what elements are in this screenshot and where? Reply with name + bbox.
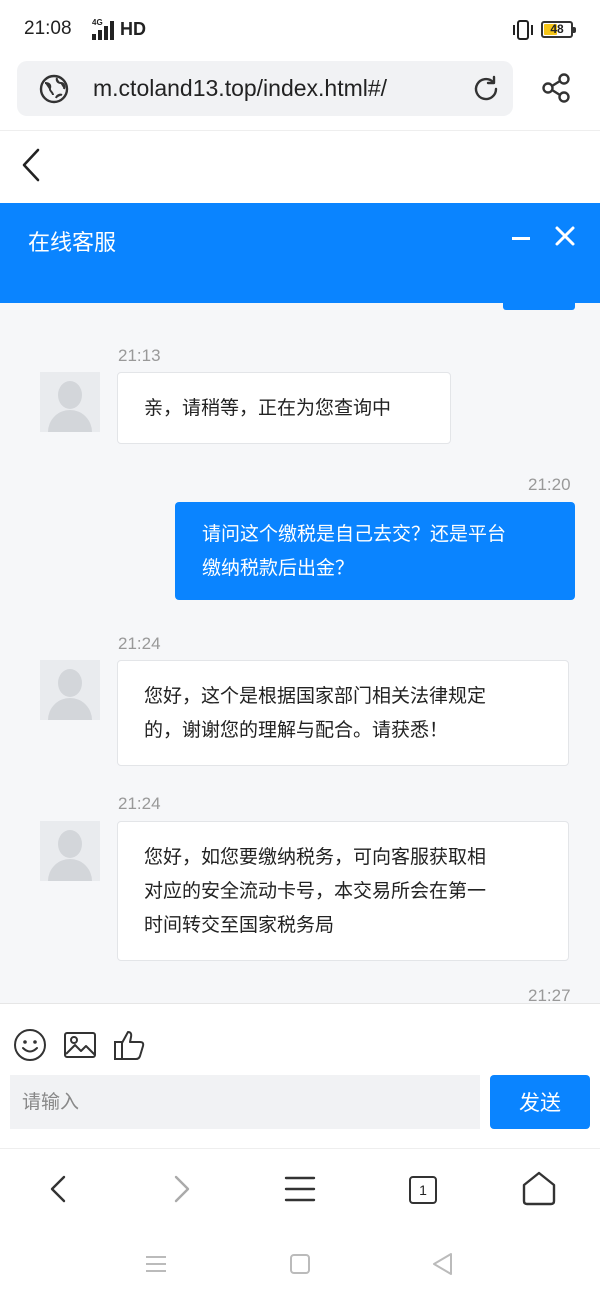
- battery-icon: 48: [541, 21, 576, 38]
- message-time: 21:27: [528, 986, 571, 1003]
- vibrate-icon: [513, 20, 533, 40]
- avatar: [40, 821, 100, 881]
- status-time: 21:08: [24, 18, 72, 39]
- message-bubble: 您好，如您要缴纳税务，可向客服获取相 对应的安全流动卡号，本交易所会在第一 时间…: [117, 821, 569, 961]
- back-icon[interactable]: [18, 147, 46, 183]
- message-time: 21:24: [118, 634, 161, 653]
- recents-icon[interactable]: [142, 1250, 170, 1278]
- thumbs-up-icon[interactable]: [113, 1028, 147, 1062]
- message-text: 的，谢谢您的理解与配合。请获悉！: [144, 719, 449, 741]
- message-input[interactable]: [10, 1075, 480, 1129]
- reload-icon[interactable]: [471, 74, 501, 104]
- message-text: 缴纳税款后出金？: [202, 557, 355, 579]
- avatar: [40, 372, 100, 432]
- message-time: 21:20: [528, 475, 571, 494]
- avatar: [40, 660, 100, 720]
- address-bar[interactable]: m.ctoland13.top/index.html#/: [17, 61, 513, 116]
- battery-level: 48: [550, 22, 564, 36]
- message-text: 您好，如您要缴纳税务，可向客服获取相: [144, 846, 487, 868]
- close-icon[interactable]: [553, 224, 577, 248]
- browser-toolbar: 1: [0, 1148, 600, 1228]
- system-back-icon[interactable]: [429, 1250, 457, 1278]
- hd-indicator: HD: [120, 19, 146, 39]
- emoji-icon[interactable]: [13, 1028, 47, 1062]
- tabs-count: 1: [409, 1176, 437, 1204]
- send-button[interactable]: 发送: [490, 1075, 590, 1129]
- url-text[interactable]: m.ctoland13.top/index.html#/: [93, 75, 387, 102]
- network-type: 4G: [92, 18, 103, 27]
- message-text: 请问这个缴税是自己去交？还是平台: [202, 523, 507, 545]
- minimize-icon[interactable]: [512, 237, 530, 240]
- share-icon[interactable]: [540, 72, 572, 104]
- chat-messages[interactable]: 21:13 亲，请稍等，正在为您查询中 21:20 请问这个缴税是自己去交？还是…: [0, 303, 600, 1003]
- back-nav-icon[interactable]: [38, 1167, 82, 1211]
- menu-icon[interactable]: [278, 1167, 322, 1211]
- message-bubble: 亲，请稍等，正在为您查询中: [117, 372, 451, 444]
- home-icon[interactable]: [517, 1167, 561, 1211]
- message-text: 对应的安全流动卡号，本交易所会在第一: [144, 880, 487, 902]
- status-bar: 21:08 4G HD 48: [0, 0, 600, 60]
- composer: 发送: [0, 1003, 600, 1148]
- signal-icon: 4G: [92, 18, 118, 40]
- message-time: 21:24: [118, 794, 161, 813]
- message-text: 亲，请稍等，正在为您查询中: [144, 397, 392, 419]
- forward-nav-icon[interactable]: [158, 1167, 202, 1211]
- system-nav-bar: [0, 1228, 600, 1300]
- page-header: [0, 130, 600, 203]
- message-time: 21:13: [118, 346, 161, 365]
- image-icon[interactable]: [63, 1028, 97, 1062]
- tabs-button[interactable]: 1: [398, 1167, 442, 1211]
- header-tab: [503, 303, 575, 310]
- globe-icon[interactable]: [39, 74, 69, 104]
- message-bubble: 您好，这个是根据国家部门相关法律规定 的，谢谢您的理解与配合。请获悉！: [117, 660, 569, 766]
- message-text: 您好，这个是根据国家部门相关法律规定: [144, 685, 487, 707]
- message-bubble: 请问这个缴税是自己去交？还是平台 缴纳税款后出金？: [175, 502, 575, 600]
- system-home-icon[interactable]: [286, 1250, 314, 1278]
- chat-header: 在线客服: [0, 203, 600, 303]
- chat-title: 在线客服: [28, 231, 117, 256]
- message-text: 时间转交至国家税务局: [144, 914, 335, 936]
